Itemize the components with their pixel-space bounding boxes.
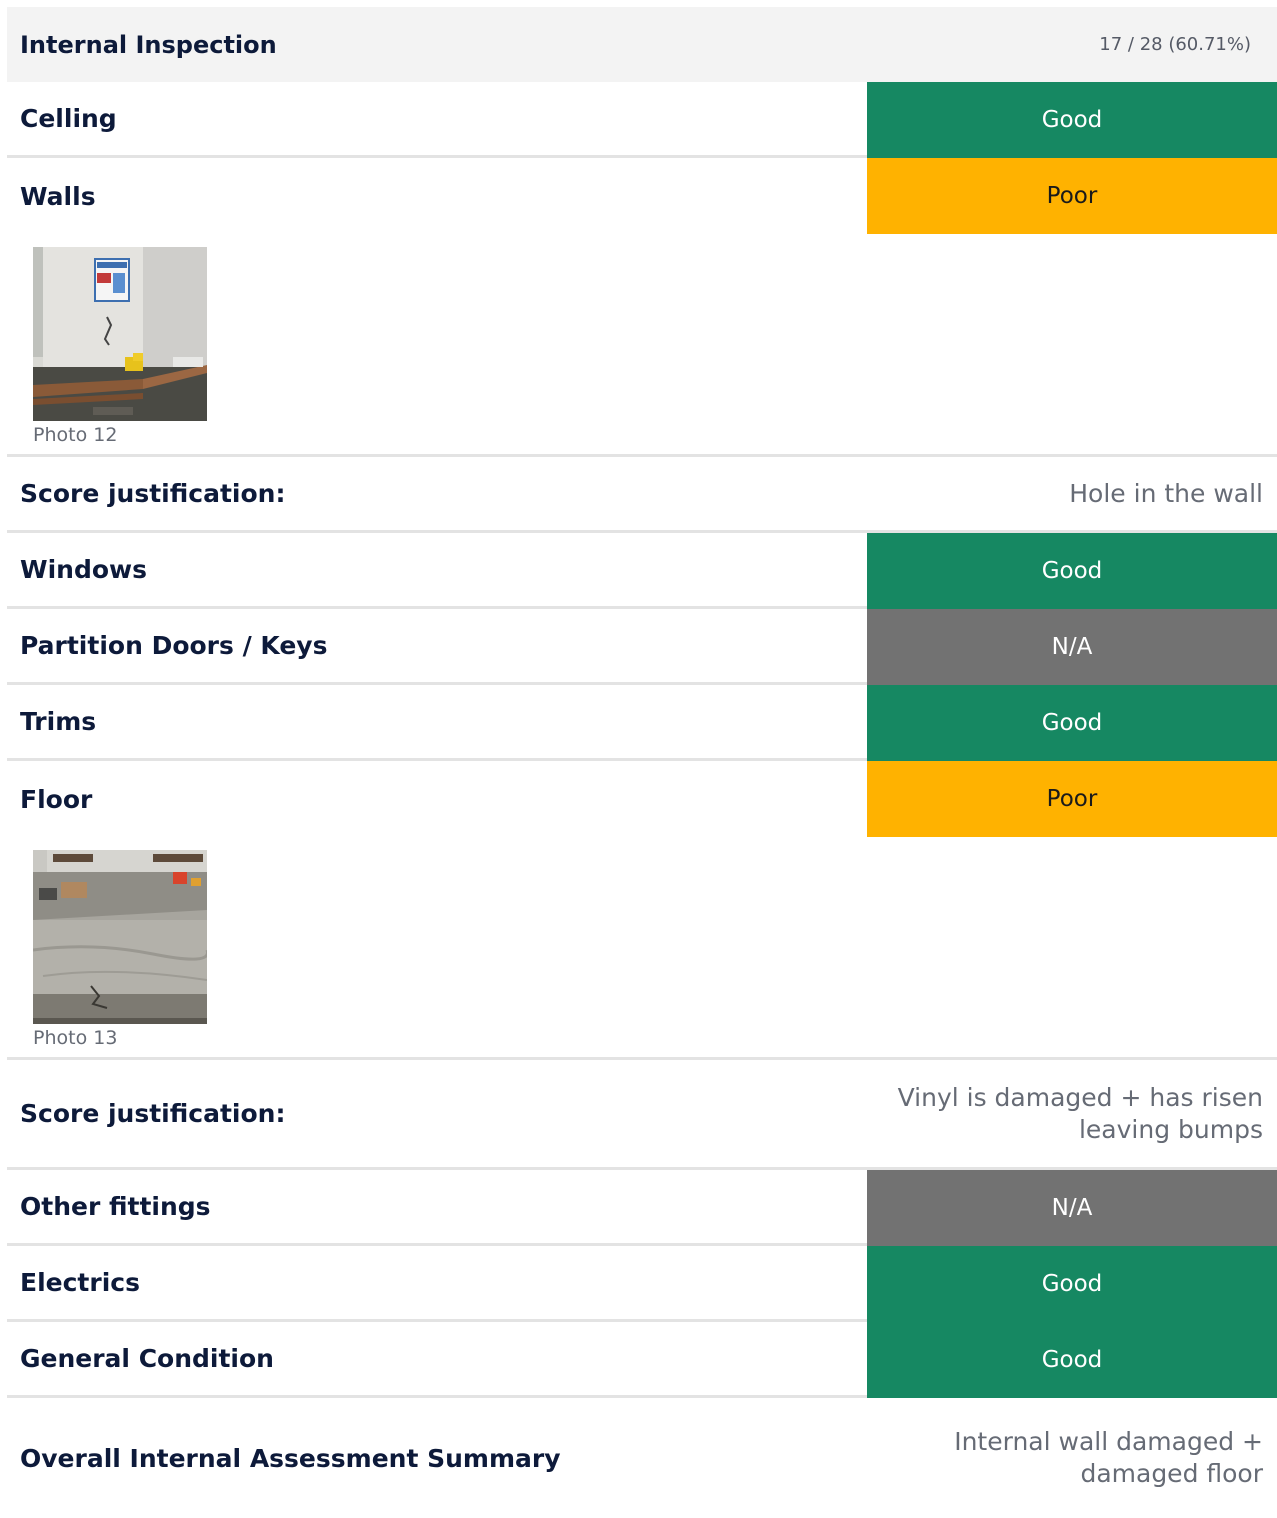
rating-badge: N/A (867, 1170, 1277, 1246)
justification-label: Score justification: (20, 479, 286, 508)
inspection-row-general-condition: General Condition Good (7, 1322, 1277, 1398)
inspection-row-trims: Trims Good (7, 685, 1277, 761)
rating-badge: N/A (867, 609, 1277, 685)
photo-thumbnail-damaged-floor[interactable] (33, 850, 207, 1024)
section-title: Internal Inspection (20, 30, 277, 59)
item-label: Other fittings (20, 1192, 211, 1221)
summary-label: Overall Internal Assessment Summary (20, 1443, 561, 1473)
rating-badge: Good (867, 82, 1277, 158)
overall-assessment-summary: Overall Internal Assessment Summary Inte… (7, 1398, 1277, 1518)
photo-attachment-walls: Photo 12 (7, 234, 1277, 457)
inspection-row-partition-doors: Partition Doors / Keys N/A (7, 609, 1277, 685)
justification-text: Vinyl is damaged + has risen leaving bum… (897, 1082, 1263, 1144)
inspection-row-floor: Floor Poor (7, 761, 1277, 837)
summary-text: Internal wall damaged + damaged floor (954, 1427, 1263, 1488)
inspection-row-other-fittings: Other fittings N/A (7, 1170, 1277, 1246)
item-label: Electrics (20, 1268, 140, 1297)
rating-badge: Good (867, 1322, 1277, 1398)
photo-caption: Photo 13 (33, 1027, 118, 1049)
rating-badge: Poor (867, 158, 1277, 234)
rating-badge: Good (867, 533, 1277, 609)
justification-text: Hole in the wall (1069, 478, 1263, 508)
photo-caption: Photo 12 (33, 424, 118, 446)
item-label: Floor (20, 784, 93, 814)
rating-badge: Poor (867, 761, 1277, 837)
section-score: 17 / 28 (60.71%) (1099, 34, 1251, 55)
score-justification-walls: Score justification: Hole in the wall (7, 457, 1277, 533)
photo-thumbnail-wall-hole[interactable] (33, 247, 207, 421)
inspection-row-electrics: Electrics Good (7, 1246, 1277, 1322)
internal-inspection-section: Internal Inspection 17 / 28 (60.71%) Cel… (7, 7, 1277, 1518)
rating-badge: Good (867, 685, 1277, 761)
item-label: Partition Doors / Keys (20, 631, 328, 660)
inspection-row-walls: Walls Poor (7, 158, 1277, 234)
inspection-row-ceiling: Celling Good (7, 82, 1277, 158)
item-label: Trims (20, 707, 97, 736)
item-label: Walls (20, 181, 96, 211)
rating-badge: Good (867, 1246, 1277, 1322)
justification-label: Score justification: (20, 1099, 286, 1128)
item-label: Celling (20, 104, 117, 133)
section-header[interactable]: Internal Inspection 17 / 28 (60.71%) (7, 7, 1277, 82)
item-label: Windows (20, 555, 147, 584)
photo-attachment-floor: Photo 13 (7, 837, 1277, 1060)
item-label: General Condition (20, 1344, 274, 1373)
inspection-row-windows: Windows Good (7, 533, 1277, 609)
score-justification-floor: Score justification: Vinyl is damaged + … (7, 1060, 1277, 1170)
